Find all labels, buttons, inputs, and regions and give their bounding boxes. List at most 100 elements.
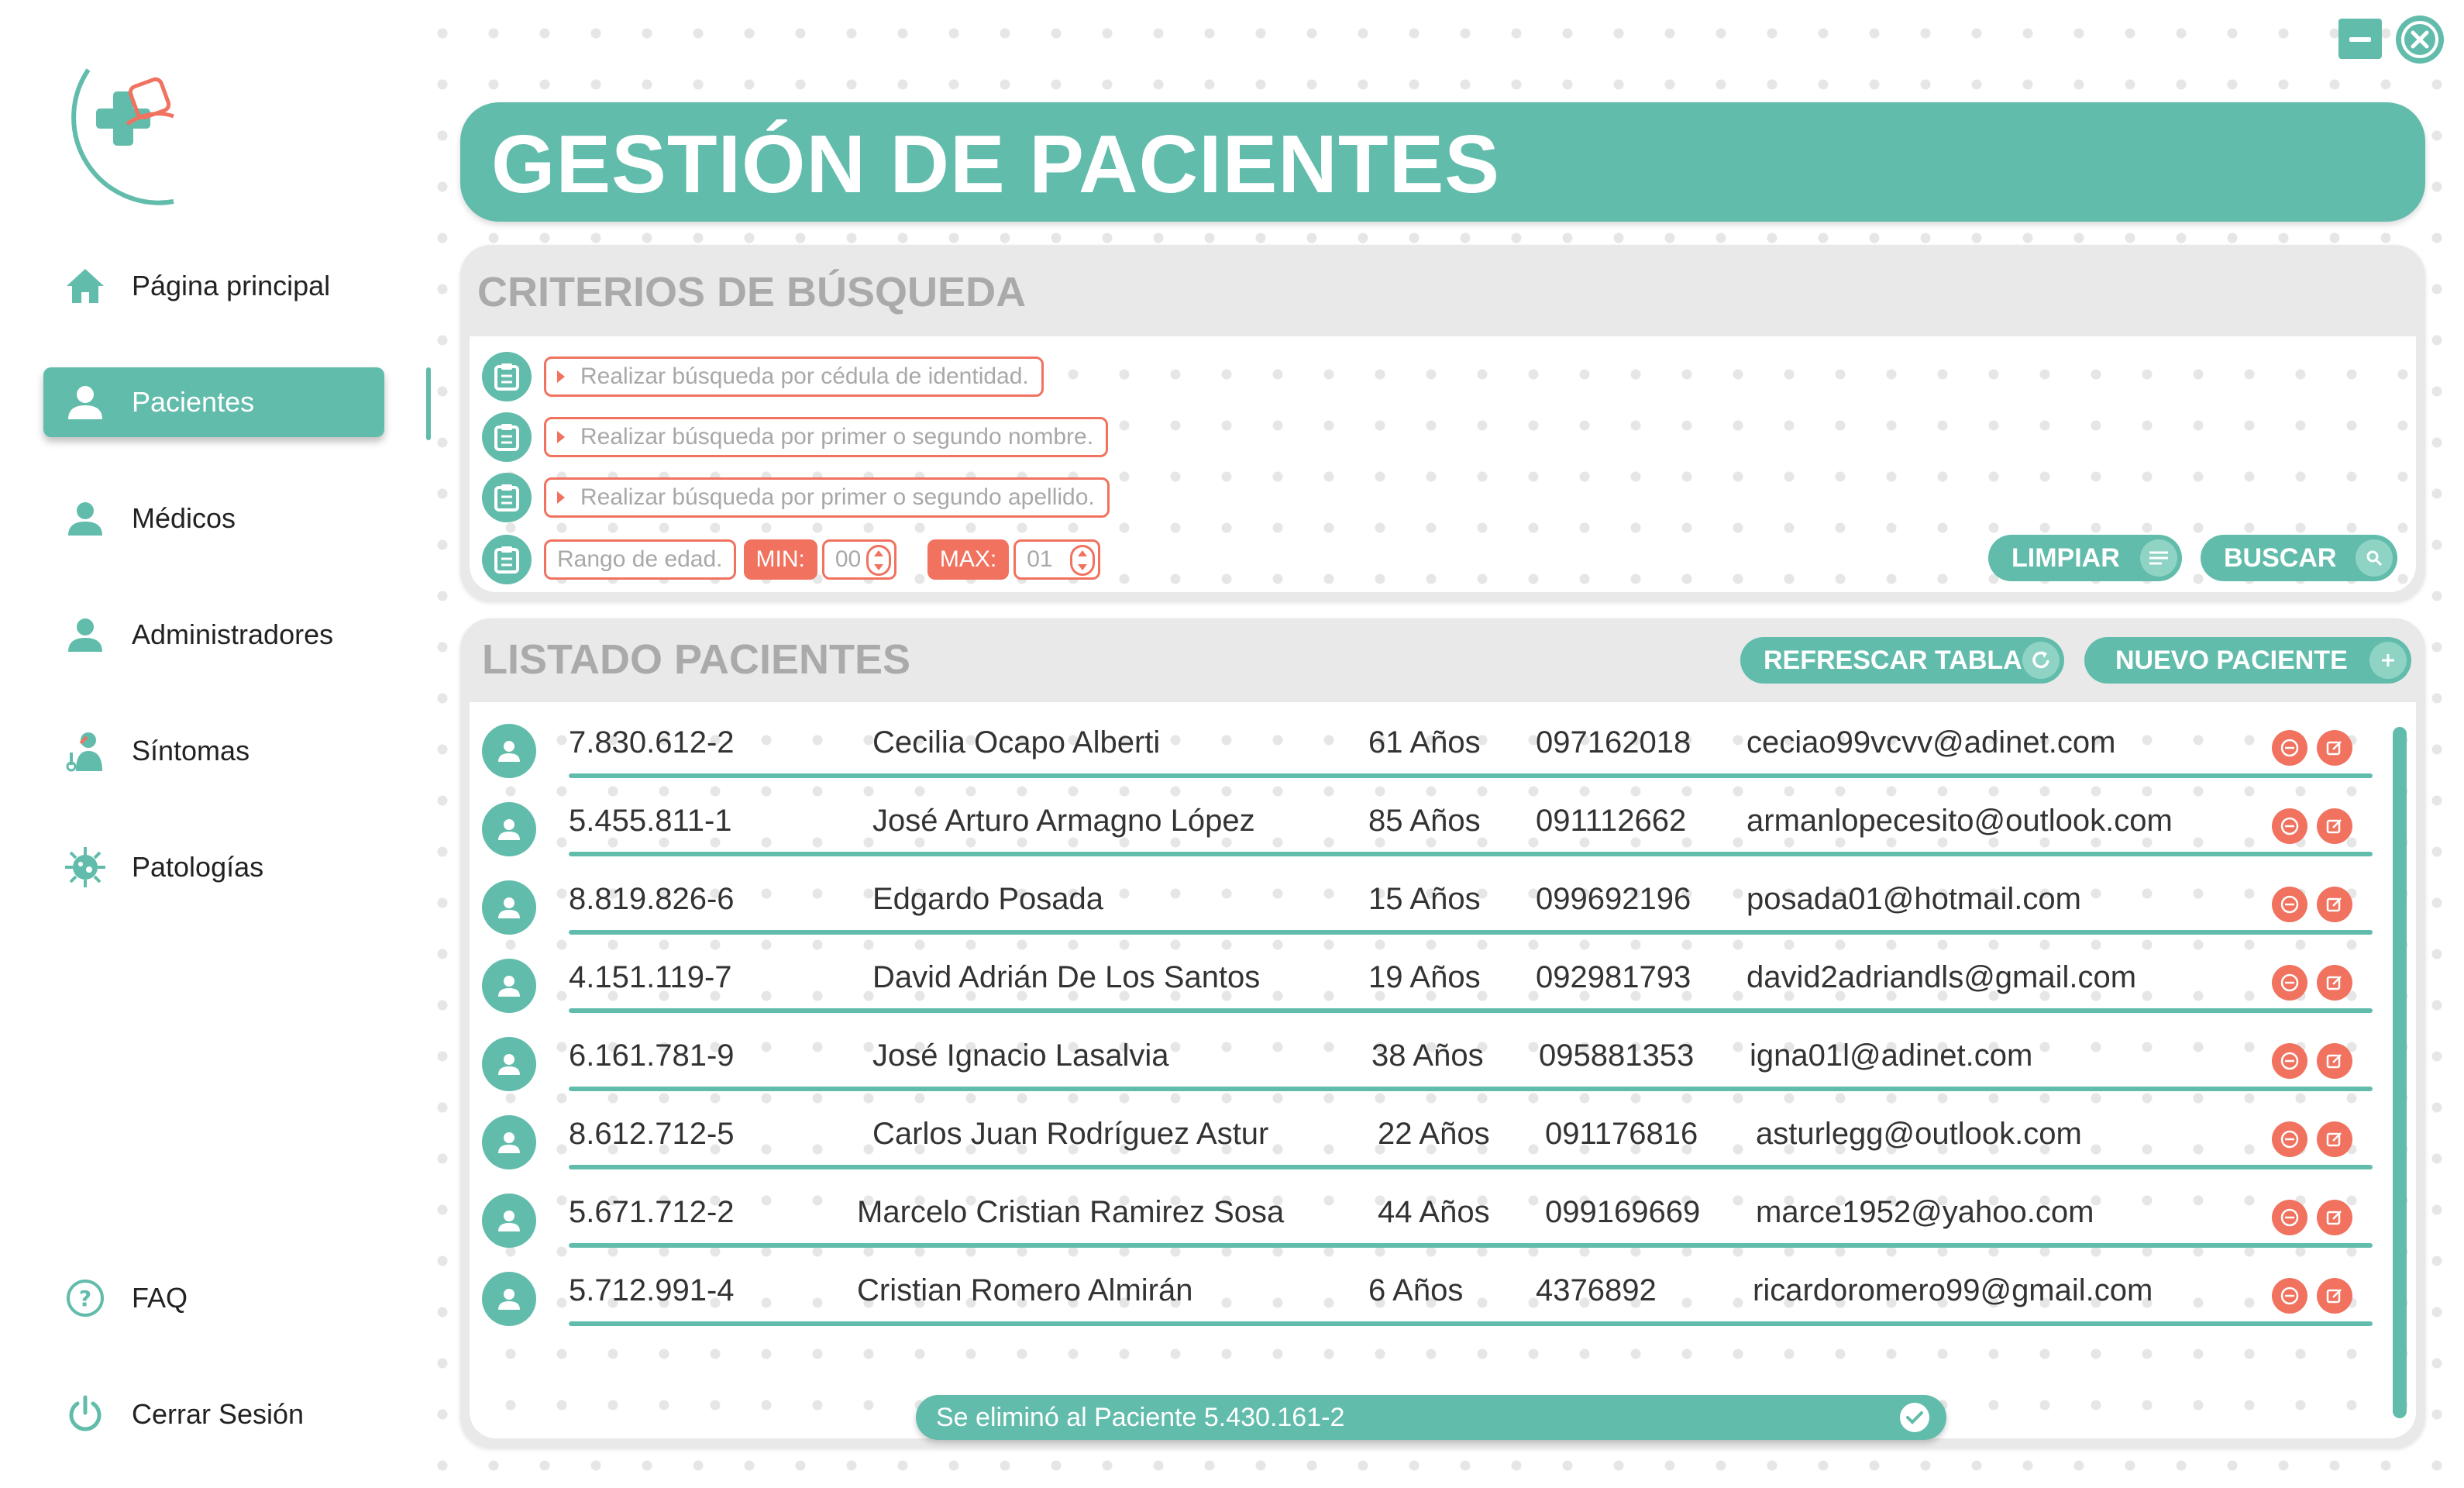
table-scrollbar[interactable]	[2393, 727, 2407, 1418]
min-age-value: 00	[835, 546, 862, 572]
patient-avatar-icon	[482, 1037, 536, 1091]
delete-patient-button[interactable]	[2272, 1121, 2307, 1157]
edit-icon	[2326, 741, 2342, 756]
edit-patient-button[interactable]	[2317, 1278, 2352, 1314]
remove-icon	[2280, 1208, 2299, 1227]
cell-name: Carlos Juan Rodríguez Astur	[872, 1117, 1269, 1151]
edit-patient-button[interactable]	[2317, 730, 2352, 766]
sidebar-item-sintomas[interactable]: Síntomas	[43, 716, 384, 786]
min-label: MIN:	[743, 539, 817, 580]
clear-button-label: LIMPIAR	[2011, 542, 2120, 573]
delete-patient-button[interactable]	[2272, 965, 2307, 1001]
cell-cedula: 8.819.826-6	[569, 882, 735, 916]
delete-patient-button[interactable]	[2272, 1278, 2307, 1314]
min-age-stepper[interactable]: 00	[821, 539, 896, 580]
sidebar-item-patologias[interactable]: Patologías	[43, 832, 384, 902]
page-header: GESTIÓN DE PACIENTES	[460, 102, 2425, 222]
table-row[interactable]: 5.712.991-4 Cristian Romero Almirán 6 Años…	[482, 1259, 2373, 1334]
sidebar-item-faq[interactable]: ? FAQ	[43, 1263, 384, 1333]
stepper-arrows-icon[interactable]	[865, 545, 891, 576]
remove-icon	[2280, 739, 2299, 757]
app-logo	[42, 39, 228, 209]
delete-patient-button[interactable]	[2272, 887, 2307, 922]
nombre-input[interactable]: Realizar búsqueda por primer o segundo n…	[544, 417, 1109, 457]
clipboard-icon	[482, 352, 532, 401]
table-row[interactable]: 5.671.712-2 Marcelo Cristian Ramirez Sosa…	[482, 1181, 2373, 1256]
sidebar-item-label: Patologías	[132, 851, 264, 883]
edit-patient-button[interactable]	[2317, 1200, 2352, 1235]
cedula-input[interactable]: Realizar búsqueda por cédula de identida…	[544, 356, 1044, 397]
patient-avatar-icon	[482, 959, 536, 1013]
edit-patient-button[interactable]	[2317, 1043, 2352, 1079]
search-by-name-row: Realizar búsqueda por primer o segundo n…	[482, 412, 1109, 462]
age-range-row: Rango de edad. MIN: 00 MAX: 01	[482, 535, 1101, 584]
delete-patient-button[interactable]	[2272, 808, 2307, 844]
remove-icon	[2280, 895, 2299, 914]
sidebar-item-pacientes[interactable]: Pacientes	[43, 367, 384, 437]
row-divider	[569, 1087, 2373, 1091]
page-title: GESTIÓN DE PACIENTES	[491, 119, 1500, 210]
table-row[interactable]: 7.830.612-2 Cecilia Ocapo Alberti 61 Años 0…	[482, 711, 2373, 786]
cell-phone: 099692196	[1536, 882, 1691, 916]
edit-patient-button[interactable]	[2317, 887, 2352, 922]
sidebar-item-label: Pacientes	[132, 386, 255, 418]
edit-icon	[2326, 819, 2342, 834]
cell-email: asturlegg@outlook.com	[1756, 1117, 2082, 1151]
sidebar-item-home[interactable]: Página principal	[43, 251, 384, 321]
table-row[interactable]: 4.151.119-7 David Adrián De Los Santos 19 …	[482, 946, 2373, 1021]
minimize-button[interactable]	[2338, 19, 2382, 59]
row-divider	[569, 1165, 2373, 1169]
close-icon	[2401, 21, 2438, 58]
refresh-button-label: REFRESCAR TABLA	[1764, 645, 2022, 675]
arrow-right-icon	[557, 431, 565, 443]
table-row[interactable]: 6.161.781-9 José Ignacio Lasalvia 38 Años 0…	[482, 1025, 2373, 1099]
cell-email: igna01l@adinet.com	[1750, 1038, 2033, 1073]
cell-name: José Ignacio Lasalvia	[872, 1038, 1169, 1073]
virus-icon	[64, 846, 107, 889]
cell-email: posada01@hotmail.com	[1746, 882, 2081, 916]
sidebar-item-medicos[interactable]: Médicos	[43, 484, 384, 553]
stepper-arrows-icon[interactable]	[1070, 545, 1096, 576]
cell-phone: 099169669	[1545, 1195, 1701, 1229]
table-row[interactable]: 8.819.826-6 Edgardo Posada 15 Años 09969219…	[482, 868, 2373, 942]
edit-icon	[2326, 1211, 2342, 1225]
table-row[interactable]: 5.455.811-1 José Arturo Armagno López 85 A…	[482, 790, 2373, 864]
patients-table: 7.830.612-2 Cecilia Ocapo Alberti 61 Años 0…	[470, 702, 2416, 1438]
remove-icon	[2280, 1130, 2299, 1149]
cell-age: 19 Años	[1368, 960, 1481, 994]
delete-patient-button[interactable]	[2272, 1043, 2307, 1079]
cell-age: 44 Años	[1378, 1195, 1490, 1229]
row-divider	[569, 930, 2373, 935]
cell-phone: 4376892	[1536, 1273, 1657, 1307]
edit-patient-button[interactable]	[2317, 1121, 2352, 1157]
cell-cedula: 5.712.991-4	[569, 1273, 735, 1307]
table-row[interactable]: 8.612.712-5 Carlos Juan Rodríguez Astur 22…	[482, 1103, 2373, 1177]
refresh-table-button[interactable]: REFRESCAR TABLA	[1740, 637, 2064, 684]
clear-button[interactable]: LIMPIAR	[1988, 535, 2182, 581]
sidebar-item-label: Página principal	[132, 270, 331, 301]
new-patient-button[interactable]: NUEVO PACIENTE	[2084, 637, 2411, 684]
cell-cedula: 7.830.612-2	[569, 725, 735, 760]
edit-icon	[2326, 897, 2342, 912]
search-icon	[2356, 539, 2393, 577]
remove-icon	[2280, 1286, 2299, 1305]
apellido-input[interactable]: Realizar búsqueda por primer o segundo a…	[544, 477, 1110, 518]
clipboard-icon	[482, 412, 532, 462]
edit-patient-button[interactable]	[2317, 808, 2352, 844]
close-button[interactable]	[2396, 16, 2444, 64]
patient-avatar-icon	[482, 1115, 536, 1169]
cell-age: 61 Años	[1368, 725, 1481, 760]
sidebar-item-administradores[interactable]: Administradores	[43, 600, 384, 670]
delete-patient-button[interactable]	[2272, 1200, 2307, 1235]
sidebar-item-logout[interactable]: Cerrar Sesión	[43, 1380, 384, 1449]
search-criteria-panel: CRITERIOS DE BÚSQUEDA Realizar búsqueda …	[460, 245, 2425, 601]
cell-age: 22 Años	[1378, 1117, 1490, 1151]
delete-patient-button[interactable]	[2272, 730, 2307, 766]
help-icon: ?	[64, 1276, 107, 1320]
search-button[interactable]: BUSCAR	[2201, 535, 2397, 581]
cell-name: José Arturo Armagno López	[872, 804, 1255, 838]
user-icon	[64, 613, 107, 656]
doctor-icon	[64, 729, 107, 773]
max-age-stepper[interactable]: 01	[1013, 539, 1101, 580]
edit-patient-button[interactable]	[2317, 965, 2352, 1001]
